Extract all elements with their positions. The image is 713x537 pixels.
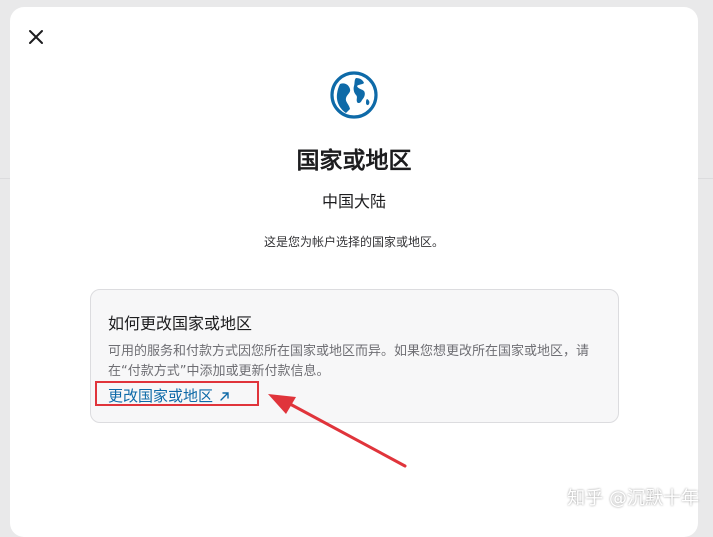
selected-region: 中国大陆: [321, 192, 386, 211]
close-button[interactable]: [24, 25, 48, 49]
region-dialog: 国家或地区 中国大陆 这是您为帐户选择的国家或地区。 如何更改国家或地区 可用的…: [10, 7, 698, 537]
dialog-description: 这是您为帐户选择的国家或地区。: [263, 235, 444, 249]
annotation-highlight-box: [95, 381, 259, 406]
dialog-title: 国家或地区: [296, 148, 412, 174]
globe-icon: [330, 71, 378, 119]
watermark: 知乎 @沉默十年: [567, 488, 699, 509]
close-icon: [29, 30, 43, 44]
card-body: 可用的服务和付款方式因您所在国家或地区而异。如果您想更改所在国家或地区，请在“付…: [108, 344, 590, 379]
card-title: 如何更改国家或地区: [108, 314, 253, 333]
